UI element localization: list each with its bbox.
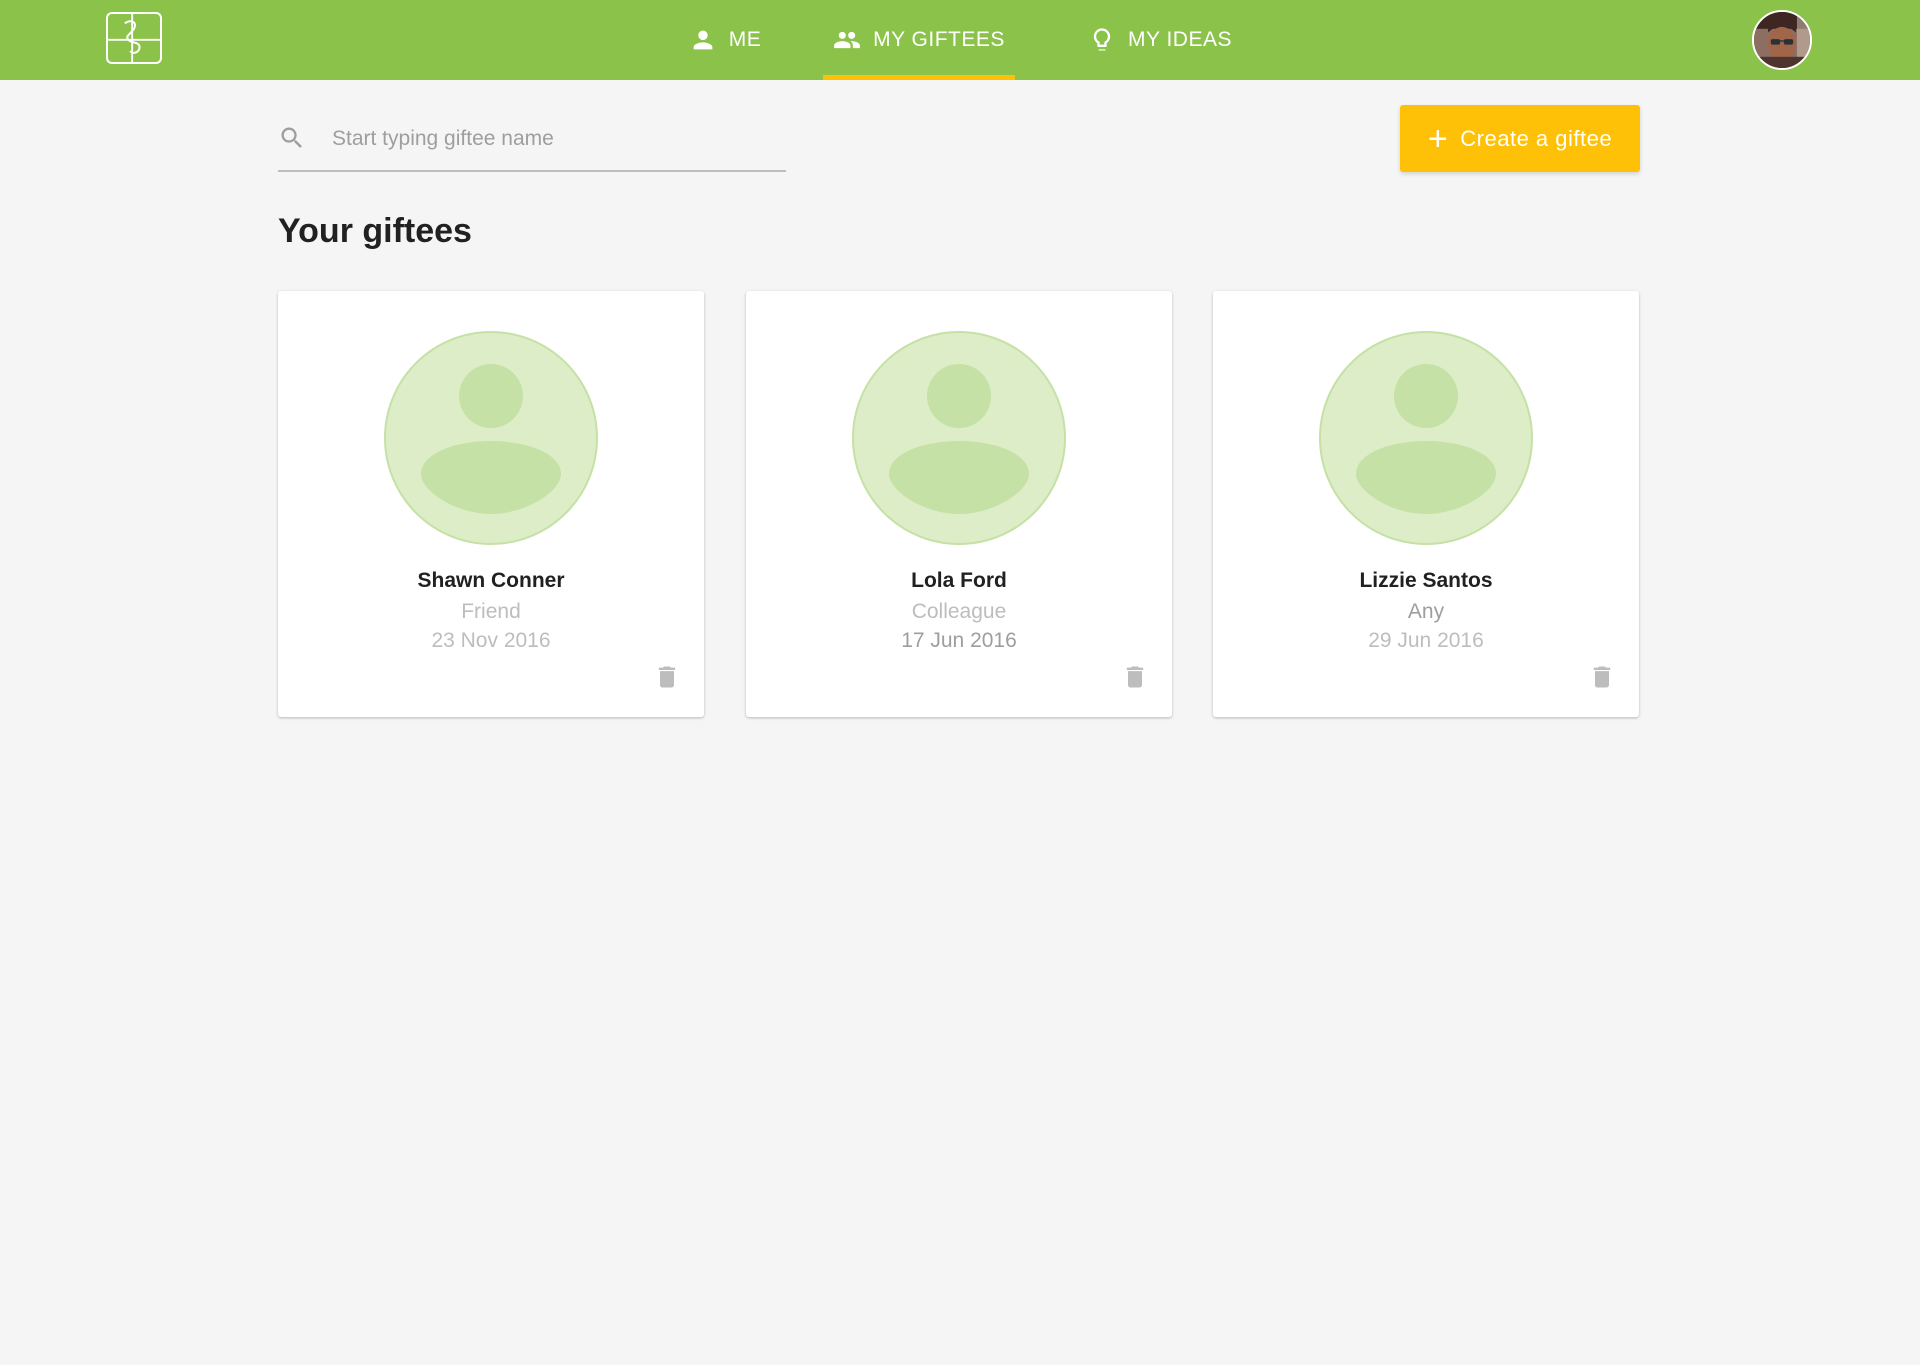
giftee-name: Lola Ford bbox=[911, 569, 1007, 592]
plus-icon: + bbox=[1427, 119, 1449, 158]
delete-giftee-button[interactable] bbox=[1588, 663, 1616, 691]
trash-icon bbox=[1126, 666, 1144, 688]
tab-my-giftees-label: MY GIFTEES bbox=[873, 28, 1005, 51]
delete-giftee-button[interactable] bbox=[653, 663, 681, 691]
giftee-relation: Colleague bbox=[911, 600, 1007, 623]
trash-icon bbox=[1593, 666, 1611, 688]
user-avatar[interactable] bbox=[1752, 10, 1812, 70]
avatar-placeholder-icon bbox=[1319, 331, 1533, 545]
search-icon bbox=[281, 127, 302, 148]
person-icon bbox=[693, 30, 713, 50]
tab-my-ideas[interactable]: MY IDEAS bbox=[1080, 0, 1240, 80]
gift-logo-icon bbox=[108, 14, 160, 62]
app-logo[interactable] bbox=[106, 12, 162, 64]
trash-icon bbox=[658, 666, 676, 688]
top-navigation-bar: ME MY GIFTEES MY IDEAS bbox=[0, 0, 1920, 80]
giftee-date: 29 Jun 2016 bbox=[1368, 629, 1484, 652]
create-giftee-label: Create a giftee bbox=[1460, 125, 1613, 151]
giftee-search bbox=[278, 112, 786, 172]
giftee-date: 23 Nov 2016 bbox=[431, 629, 551, 652]
giftee-card[interactable]: Lizzie Santos Any 29 Jun 2016 bbox=[1213, 291, 1639, 717]
tab-me-label: ME bbox=[728, 28, 762, 51]
tab-my-ideas-label: MY IDEAS bbox=[1128, 28, 1232, 51]
giftee-date: 17 Jun 2016 bbox=[901, 629, 1017, 652]
giftee-card[interactable]: Shawn Conner Friend 23 Nov 2016 bbox=[278, 291, 704, 717]
create-giftee-button[interactable]: + Create a giftee bbox=[1400, 105, 1640, 172]
page-title: Your giftees bbox=[278, 212, 472, 250]
tab-my-giftees[interactable]: MY GIFTEES bbox=[823, 0, 1015, 80]
giftee-name: Lizzie Santos bbox=[1359, 569, 1493, 592]
lightbulb-icon bbox=[1093, 28, 1111, 51]
delete-giftee-button[interactable] bbox=[1121, 663, 1149, 691]
avatar-placeholder-icon bbox=[852, 331, 1066, 545]
avatar-placeholder-icon bbox=[384, 331, 598, 545]
giftee-relation: Any bbox=[1407, 600, 1445, 623]
people-icon bbox=[834, 31, 860, 49]
tab-me[interactable]: ME bbox=[670, 0, 780, 80]
giftee-card[interactable]: Lola Ford Colleague 17 Jun 2016 bbox=[746, 291, 1172, 717]
search-input[interactable] bbox=[330, 118, 784, 160]
user-photo-icon bbox=[1754, 12, 1810, 68]
giftee-name: Shawn Conner bbox=[417, 569, 565, 592]
giftee-relation: Friend bbox=[461, 600, 521, 623]
